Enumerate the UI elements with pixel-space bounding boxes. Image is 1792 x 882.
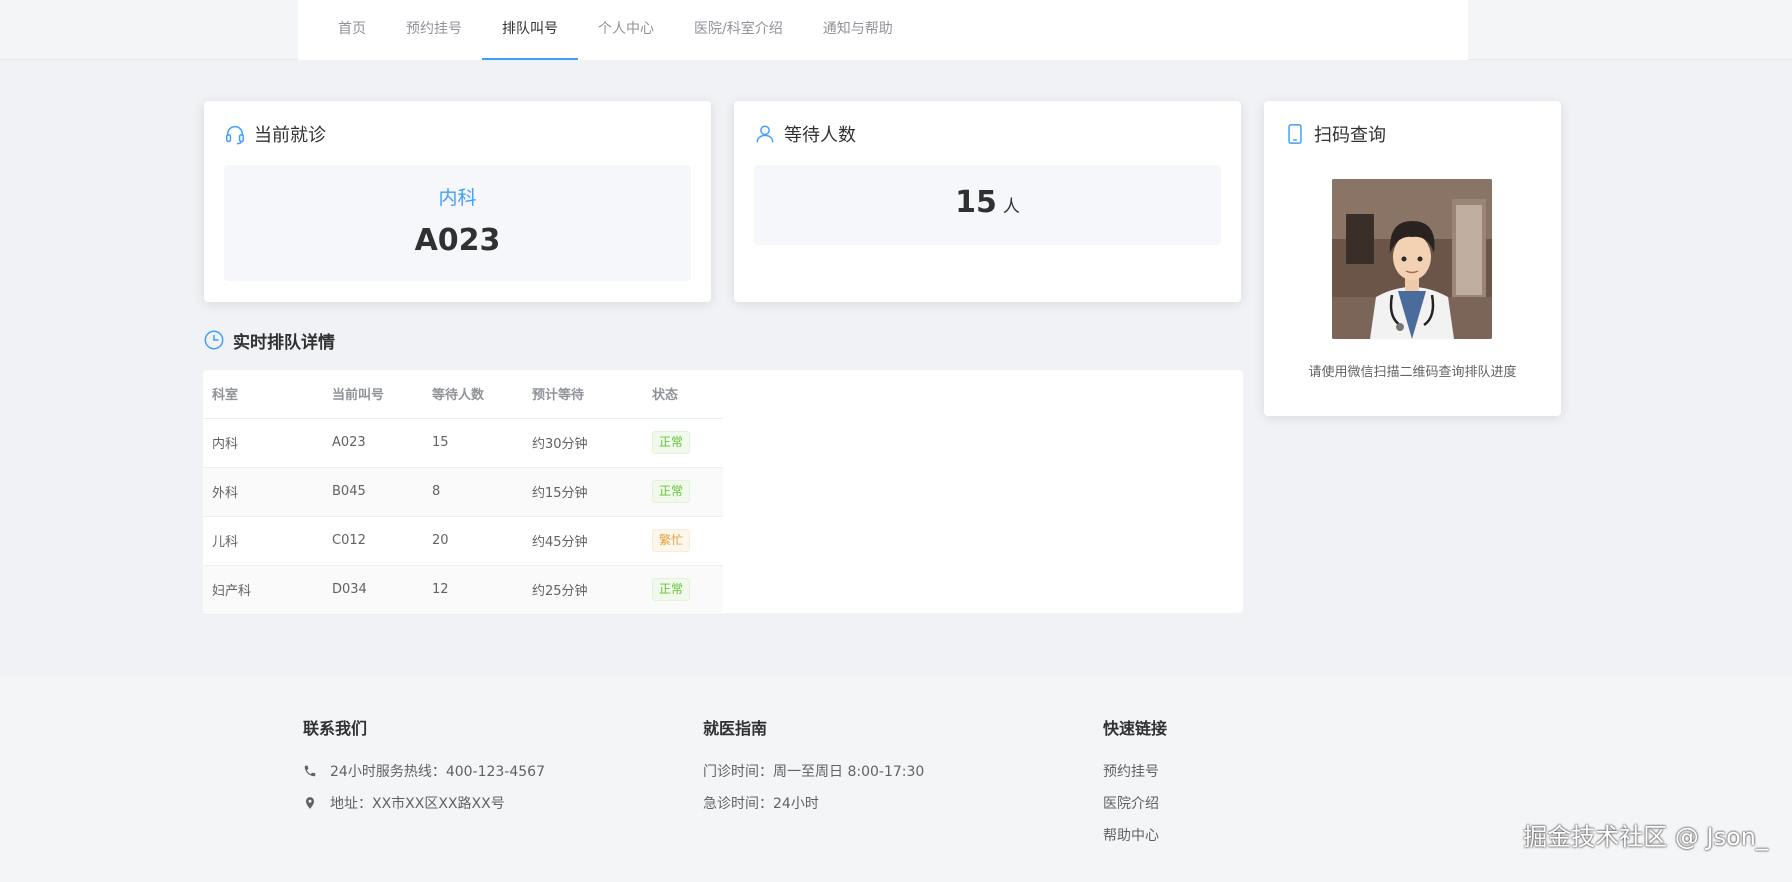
- watermark: 掘金技术社区 @ Json_: [1523, 823, 1768, 851]
- table-row: 内科 A023 15 约30分钟 正常: [203, 418, 723, 468]
- header-bar: 首页 预约挂号 排队叫号 个人中心 医院/科室介绍 通知与帮助: [0, 0, 1792, 60]
- cell-eta: 约25分钟: [523, 565, 643, 615]
- footer-address-text: 地址：XX市XX区XX路XX号: [330, 796, 505, 812]
- nav-item-appointment[interactable]: 预约挂号: [386, 0, 482, 60]
- waiting-count-unit: 人: [1002, 197, 1020, 217]
- footer-link-help-center[interactable]: 帮助中心: [1103, 819, 1167, 851]
- footer-contact-title: 联系我们: [303, 719, 368, 738]
- cell-department: 外科: [203, 467, 323, 517]
- mobile-icon: [1288, 124, 1302, 144]
- footer-links: 快速链接 预约挂号 医院介绍 帮助中心: [1103, 715, 1167, 851]
- footer-hotline: 24小时服务热线：400-123-4567: [303, 755, 545, 787]
- queue-table-panel: 科室 当前叫号 等待人数 预计等待 状态 内科 A023 15 约30分钟 正常…: [203, 370, 1243, 615]
- column-header-current-number: 当前叫号: [323, 370, 423, 419]
- waiting-count-box: 15 人: [754, 165, 1221, 245]
- current-visit-box: 内科 A023: [224, 165, 691, 281]
- column-header-eta: 预计等待: [523, 370, 643, 419]
- cell-eta: 约15分钟: [523, 467, 643, 517]
- queue-section-title: 实时排队详情: [203, 327, 335, 353]
- current-queue-number: A023: [414, 223, 501, 258]
- user-icon: [756, 125, 774, 143]
- current-visit-title-text: 当前就诊: [254, 125, 326, 146]
- status-badge: 繁忙: [652, 529, 691, 552]
- cell-status: 正常: [643, 467, 723, 517]
- column-header-department: 科室: [203, 370, 323, 419]
- qr-query-title: 扫码查询: [1284, 121, 1386, 147]
- column-header-status: 状态: [643, 370, 723, 419]
- status-badge: 正常: [652, 578, 691, 601]
- qr-hint-text: 请使用微信扫描二维码查询排队进度: [1308, 365, 1517, 380]
- nav-item-hospital-intro[interactable]: 医院/科室介绍: [674, 0, 803, 60]
- main-nav: 首页 预约挂号 排队叫号 个人中心 医院/科室介绍 通知与帮助: [298, 0, 1468, 60]
- location-icon: [305, 797, 315, 809]
- cell-current-number: A023: [323, 418, 423, 468]
- table-row: 儿科 C012 20 约45分钟 繁忙: [203, 516, 723, 566]
- cell-current-number: D034: [323, 565, 423, 615]
- clock-icon: [204, 330, 224, 350]
- column-header-waiting-count: 等待人数: [423, 370, 523, 419]
- cell-waiting-count: 12: [423, 565, 523, 615]
- footer-link-hospital-intro[interactable]: 医院介绍: [1103, 787, 1167, 819]
- queue-table: 科室 当前叫号 等待人数 预计等待 状态 内科 A023 15 约30分钟 正常…: [203, 370, 723, 615]
- cell-department: 妇产科: [203, 565, 323, 615]
- cell-waiting-count: 15: [423, 418, 523, 468]
- footer-emergency-hours: 急诊时间：24小时: [703, 796, 819, 812]
- nav-item-profile[interactable]: 个人中心: [578, 0, 674, 60]
- qr-query-title-text: 扫码查询: [1314, 125, 1386, 146]
- table-row: 外科 B045 8 约15分钟 正常: [203, 467, 723, 517]
- nav-item-queue[interactable]: 排队叫号: [482, 0, 578, 60]
- waiting-count-line: 15 人: [754, 185, 1221, 220]
- phone-icon: [304, 765, 316, 777]
- footer-contact: 联系我们 24小时服务热线：400-123-4567 地址：XX市XX区XX路X…: [303, 715, 545, 819]
- cell-current-number: B045: [323, 467, 423, 517]
- cell-waiting-count: 20: [423, 516, 523, 566]
- cell-status: 繁忙: [643, 516, 723, 566]
- cell-current-number: C012: [323, 516, 423, 566]
- current-department: 内科: [438, 187, 477, 209]
- cell-department: 内科: [203, 418, 323, 468]
- headset-icon: [226, 126, 244, 145]
- current-visit-title: 当前就诊: [224, 121, 326, 147]
- cell-department: 儿科: [203, 516, 323, 566]
- waiting-count-title: 等待人数: [754, 121, 856, 147]
- footer-hotline-text: 24小时服务热线：400-123-4567: [330, 764, 545, 780]
- doctor-portrait-image: [1332, 179, 1492, 339]
- waiting-count-value: 15: [955, 185, 997, 220]
- footer-address: 地址：XX市XX区XX路XX号: [303, 787, 545, 819]
- cell-eta: 约45分钟: [523, 516, 643, 566]
- table-header-row: 科室 当前叫号 等待人数 预计等待 状态: [203, 370, 723, 419]
- footer: 联系我们 24小时服务热线：400-123-4567 地址：XX市XX区XX路X…: [0, 675, 1792, 882]
- waiting-count-title-text: 等待人数: [784, 125, 856, 146]
- footer-guide-title: 就医指南: [703, 719, 768, 738]
- nav-item-help[interactable]: 通知与帮助: [803, 0, 913, 60]
- cell-status: 正常: [643, 565, 723, 615]
- table-row: 妇产科 D034 12 约25分钟 正常: [203, 565, 723, 615]
- qr-query-card: 扫码查询 请使用微信扫描二维码查询排队进度: [1264, 101, 1561, 416]
- waiting-count-card: 等待人数 15 人: [734, 101, 1241, 302]
- status-badge: 正常: [652, 431, 691, 454]
- cell-eta: 约30分钟: [523, 418, 643, 468]
- cell-status: 正常: [643, 418, 723, 468]
- footer-outpatient-hours: 门诊时间：周一至周日 8:00-17:30: [703, 764, 925, 780]
- cell-waiting-count: 8: [423, 467, 523, 517]
- footer-link-appointment[interactable]: 预约挂号: [1103, 755, 1167, 787]
- nav-item-home[interactable]: 首页: [318, 0, 386, 60]
- queue-section-title-text: 实时排队详情: [233, 332, 335, 353]
- current-visit-card: 当前就诊 内科 A023: [204, 101, 711, 302]
- status-badge: 正常: [652, 480, 691, 503]
- footer-links-title: 快速链接: [1103, 719, 1168, 738]
- footer-guide: 就医指南 门诊时间：周一至周日 8:00-17:30 急诊时间：24小时: [703, 715, 924, 819]
